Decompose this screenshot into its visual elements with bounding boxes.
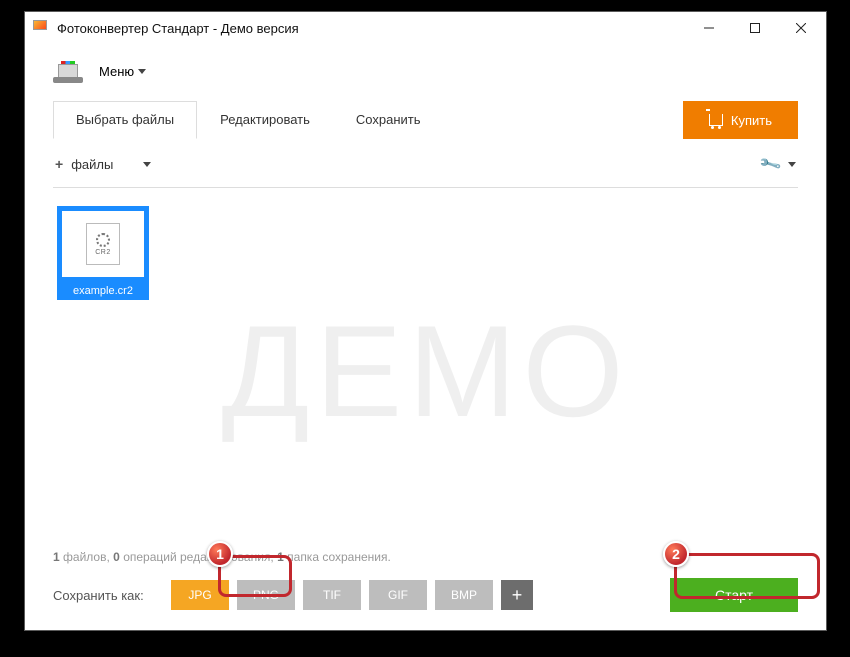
- buy-label: Купить: [731, 113, 772, 128]
- format-tif-button[interactable]: TIF: [303, 580, 361, 610]
- wrench-icon: 🔧: [758, 152, 783, 177]
- format-png-button[interactable]: PNG: [237, 580, 295, 610]
- annotation-badge-2: 2: [663, 541, 689, 567]
- file-ext-label: CR2: [95, 249, 111, 256]
- settings-button[interactable]: 🔧: [759, 151, 798, 177]
- caret-down-icon: [788, 162, 796, 167]
- app-icon: [33, 20, 49, 36]
- tabs-row: Выбрать файлы Редактировать Сохранить Ку…: [53, 101, 798, 139]
- minimize-button[interactable]: [686, 13, 732, 43]
- menu-row: Меню: [53, 60, 798, 83]
- files-label: файлы: [71, 157, 113, 172]
- titlebar: Фотоконвертер Стандарт - Демо версия: [25, 12, 826, 44]
- save-as-label: Сохранить как:: [53, 588, 163, 603]
- format-add-button[interactable]: +: [501, 580, 533, 610]
- thumbnail-image: CR2: [57, 206, 149, 282]
- content-area: Меню Выбрать файлы Редактировать Сохрани…: [25, 44, 826, 630]
- gear-icon: [96, 233, 110, 247]
- annotation-badge-1: 1: [207, 541, 233, 567]
- status-files-word: файлов,: [63, 550, 110, 564]
- thumbnail-filename: example.cr2: [57, 282, 149, 300]
- status-file-count: 1: [53, 550, 60, 564]
- files-toolbar: + файлы 🔧: [53, 143, 798, 188]
- file-thumbnail[interactable]: CR2 example.cr2: [57, 206, 149, 300]
- bottom-row: Сохранить как: JPG PNG TIF GIF BMP + Ста…: [53, 578, 798, 612]
- maximize-button[interactable]: [732, 13, 778, 43]
- status-ops-count: 0: [113, 550, 120, 564]
- app-window: Фотоконвертер Стандарт - Демо версия Мен…: [24, 11, 827, 631]
- printer-icon: [53, 61, 83, 83]
- demo-watermark: ДЕМО: [221, 296, 629, 446]
- tab-select-files[interactable]: Выбрать файлы: [53, 101, 197, 139]
- format-jpg-button[interactable]: JPG: [171, 580, 229, 610]
- close-button[interactable]: [778, 13, 824, 43]
- format-gif-button[interactable]: GIF: [369, 580, 427, 610]
- tab-edit[interactable]: Редактировать: [197, 101, 333, 139]
- tab-save[interactable]: Сохранить: [333, 101, 444, 139]
- plus-icon: +: [55, 156, 63, 172]
- file-canvas: ДЕМО CR2 example.cr2: [53, 188, 798, 540]
- menu-button[interactable]: Меню: [93, 60, 152, 83]
- buy-button[interactable]: Купить: [683, 101, 798, 139]
- status-folder-word: папка сохранения.: [287, 550, 391, 564]
- status-folder-count: 1: [277, 550, 284, 564]
- cart-icon: [709, 114, 723, 126]
- caret-down-icon: [138, 69, 146, 74]
- menu-label: Меню: [99, 64, 134, 79]
- start-button[interactable]: Старт: [670, 578, 798, 612]
- window-title: Фотоконвертер Стандарт - Демо версия: [57, 21, 686, 36]
- add-files-button[interactable]: + файлы: [53, 152, 153, 176]
- caret-down-icon: [143, 162, 151, 167]
- format-bmp-button[interactable]: BMP: [435, 580, 493, 610]
- status-ops-word: операций редактирования,: [123, 550, 274, 564]
